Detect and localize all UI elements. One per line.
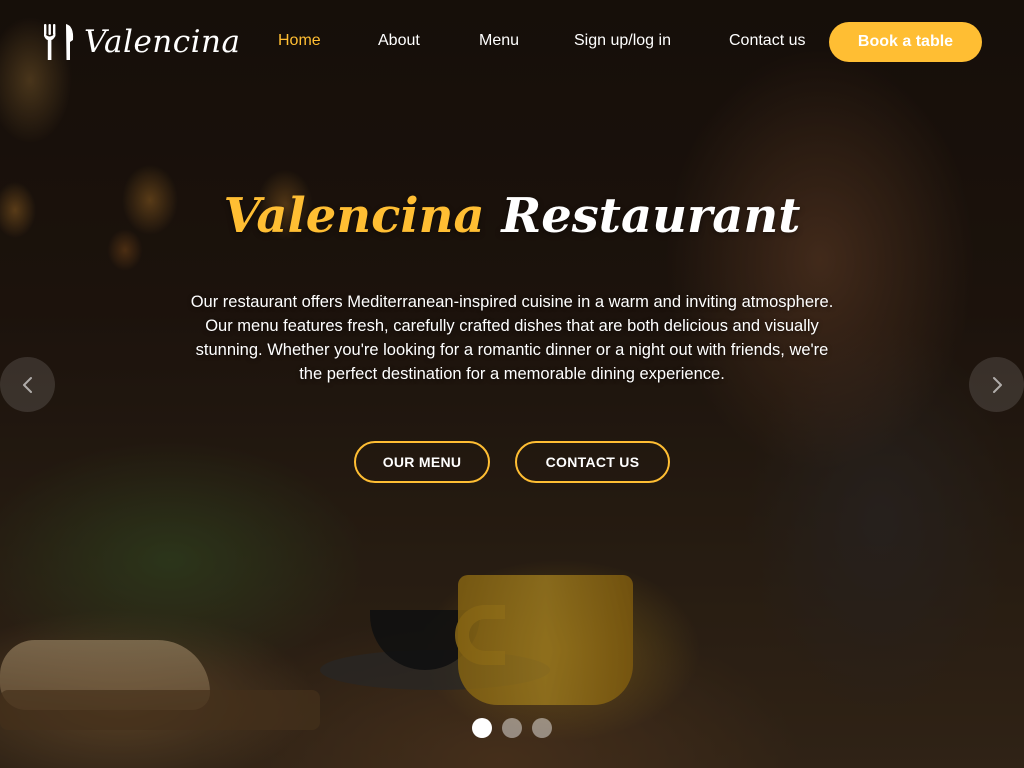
carousel-prev-button[interactable]: [0, 357, 55, 412]
carousel-indicator-2[interactable]: [502, 718, 522, 738]
fork-knife-icon: [44, 24, 74, 60]
book-table-button[interactable]: Book a table: [829, 22, 982, 62]
our-menu-button[interactable]: OUR MENU: [354, 441, 490, 483]
chevron-left-icon: [22, 376, 32, 393]
hero-title-accent: Valencina: [223, 188, 485, 244]
nav-item-menu[interactable]: Menu: [479, 32, 519, 50]
nav-item-about[interactable]: About: [378, 32, 420, 50]
contact-us-button[interactable]: CONTACT US: [515, 441, 670, 483]
chevron-right-icon: [992, 376, 1002, 393]
carousel-indicators: [0, 718, 1024, 738]
hero-description: Our restaurant offers Mediterranean-insp…: [190, 293, 834, 383]
hero-title-rest: Restaurant: [501, 188, 801, 244]
nav-item-contact[interactable]: Contact us: [729, 32, 805, 50]
carousel-indicator-1[interactable]: [472, 718, 492, 738]
brand-name: Valencina: [84, 24, 241, 60]
hero-title: Valencina Restaurant: [0, 188, 1024, 244]
carousel-next-button[interactable]: [969, 357, 1024, 412]
brand-logo-link[interactable]: Valencina: [42, 22, 240, 62]
nav-item-home[interactable]: Home: [278, 32, 321, 50]
navbar: Valencina Home About Menu Sign up/log in…: [0, 0, 1024, 84]
carousel-indicator-3[interactable]: [532, 718, 552, 738]
nav-item-signup-login[interactable]: Sign up/log in: [574, 32, 671, 50]
